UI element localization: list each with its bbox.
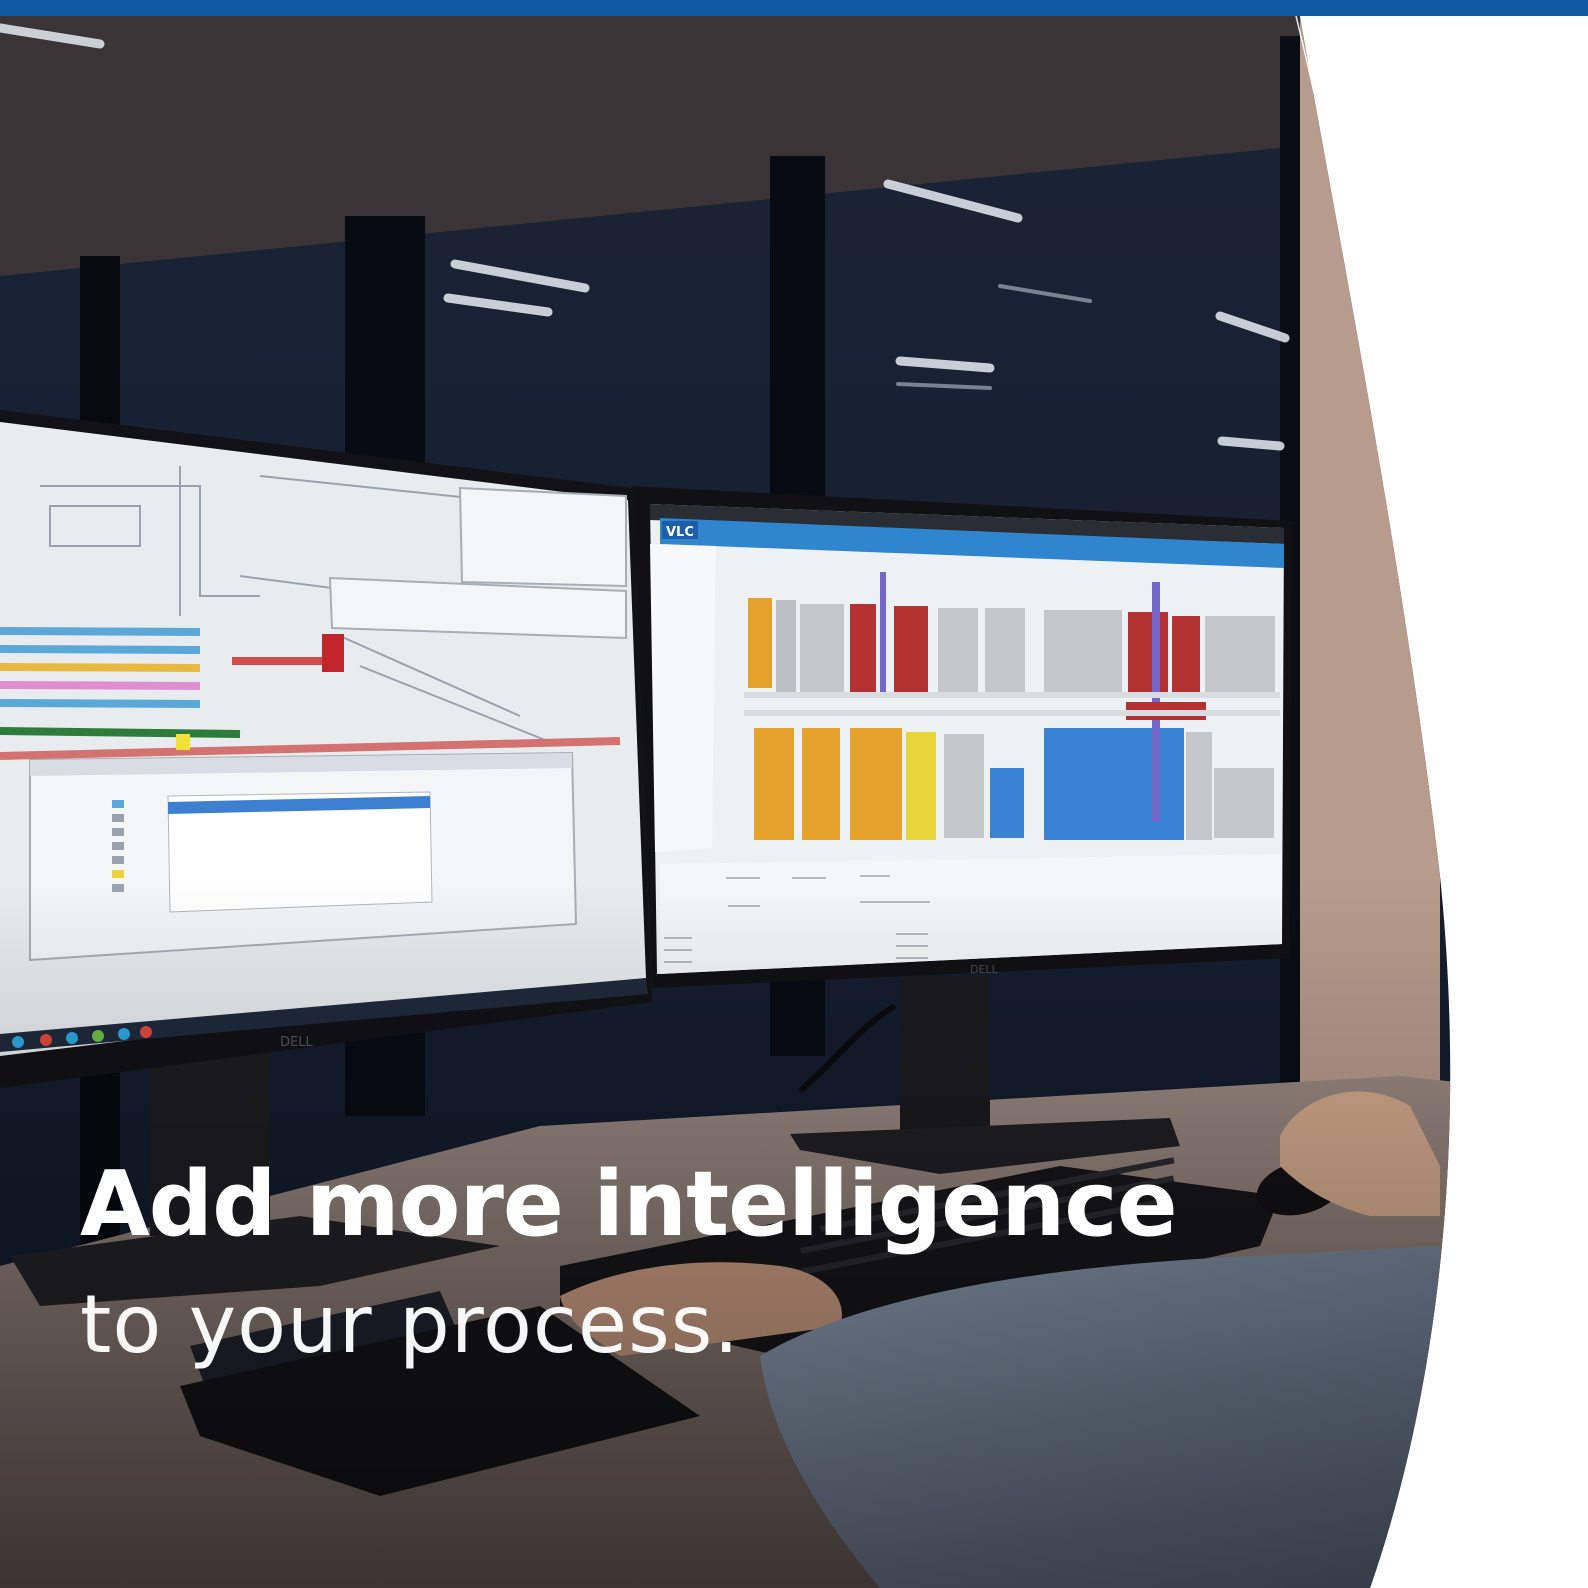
subheadline: to your process. xyxy=(80,1278,740,1371)
headline: Add more intelligence xyxy=(80,1152,1178,1257)
top-accent-bar xyxy=(0,0,1588,16)
